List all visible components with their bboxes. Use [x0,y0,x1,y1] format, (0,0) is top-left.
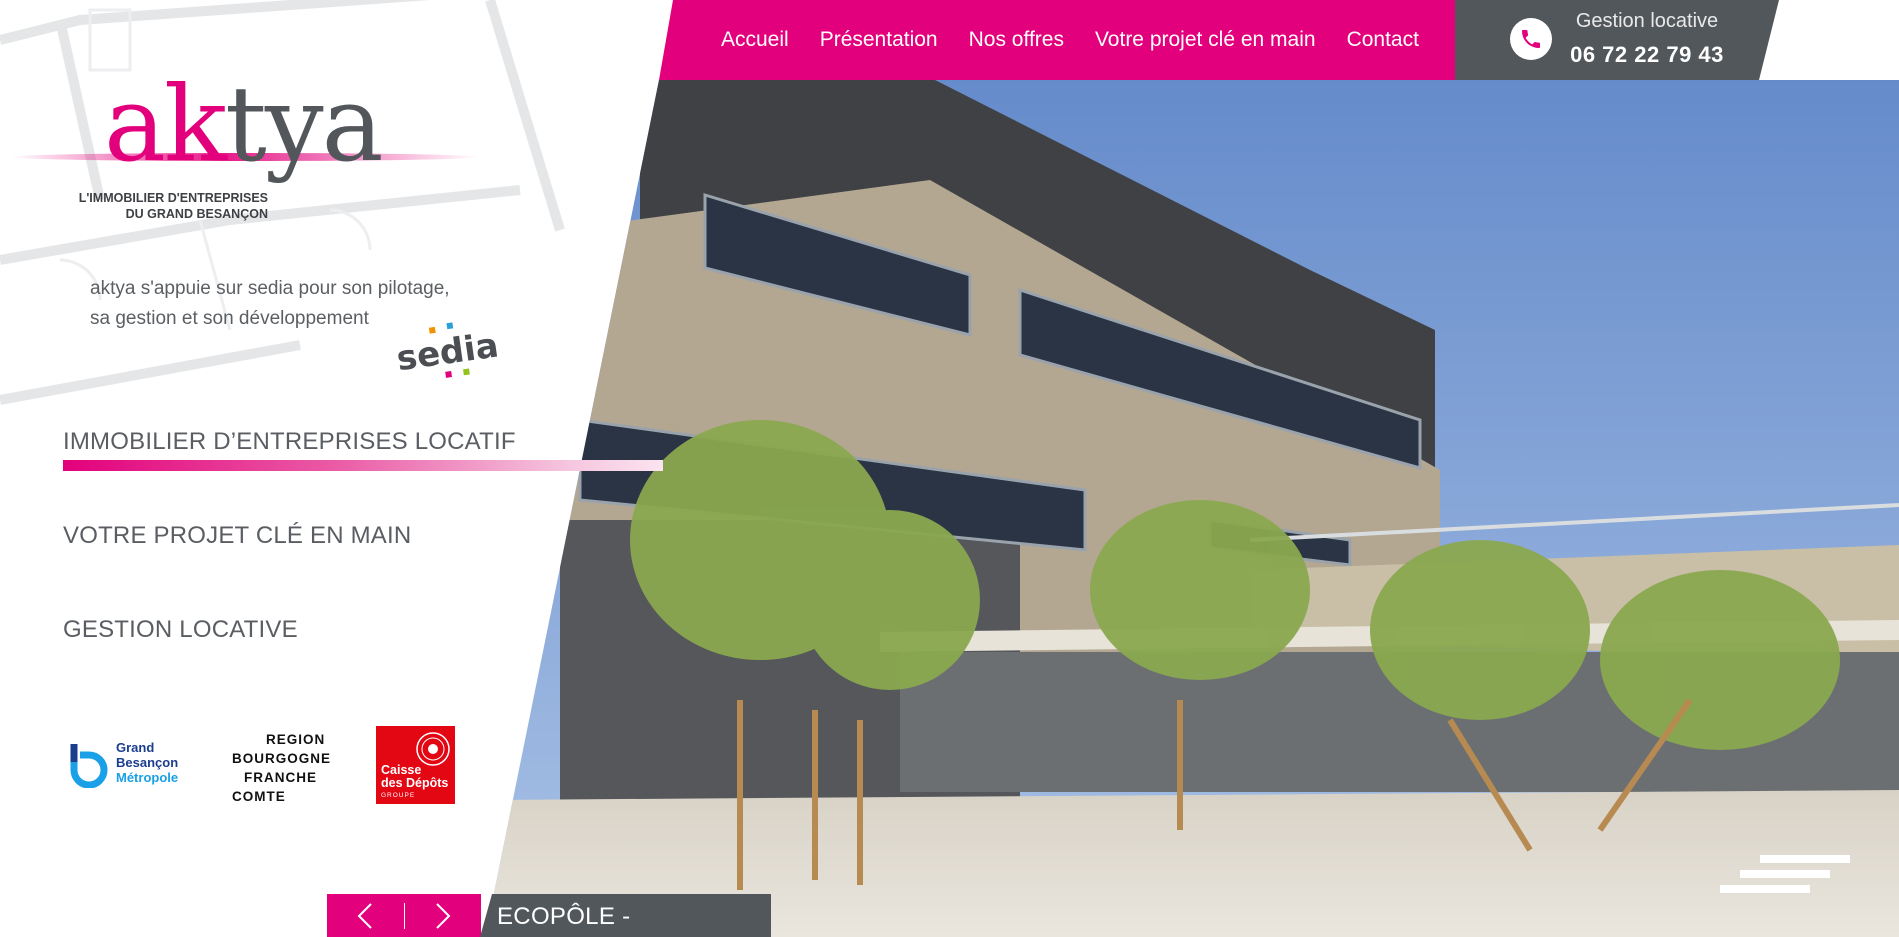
intro-line1: aktya s'appuie sur sedia pour son pilota… [90,278,450,299]
sedia-logo[interactable]: sedia [392,318,522,378]
grand-besancon-logo[interactable]: Grand Besançon Métropole [68,740,198,790]
gb-line3: Métropole [116,770,179,785]
phone-icon [1510,18,1552,60]
menu-item-immobilier-locatif[interactable]: IMMOBILIER D’ENTREPRISES LOCATIF [63,428,516,456]
active-menu-indicator [63,460,663,471]
cdc-line3: GROUPE [381,792,416,799]
region-line2: BOURGOGNE [232,751,332,766]
region-line3: FRANCHE [244,770,317,785]
caisse-des-depots-logo[interactable]: Caisse des Dépôts GROUPE [376,726,455,804]
nav-item-projet-cle-en-main[interactable]: Votre projet clé en main [1095,28,1316,52]
nav-item-accueil[interactable]: Accueil [721,28,789,52]
cdc-line2: des Dépôts [381,776,449,790]
logo-word-pink: ak [104,63,227,185]
gb-line2: Besançon [116,755,179,770]
logo-tagline: L'IMMOBILIER D'ENTREPRISES DU GRAND BESA… [64,190,268,222]
logo-word-grey: tya [225,63,384,185]
region-bfc-logo[interactable]: REGION BOURGOGNE FRANCHE COMTE [232,730,332,806]
nav-item-nos-offres[interactable]: Nos offres [969,28,1064,52]
chevron-left-icon [357,902,372,929]
main-nav: Accueil Présentation Nos offres Votre pr… [659,0,1471,80]
sedia-logo-text: sedia [394,325,501,378]
gb-line1: Grand [116,740,155,755]
nav-item-presentation[interactable]: Présentation [820,28,938,52]
slider-nav [327,894,481,937]
menu-item-projet-cle-en-main[interactable]: VOTRE PROJET CLÉ EN MAIN [63,522,411,550]
slider-prev-button[interactable] [327,894,404,937]
phone-label: Gestion locative [1575,10,1719,32]
contact-phone-box[interactable]: Gestion locative 06 72 22 79 43 [1455,0,1779,80]
chevron-right-icon [436,902,451,929]
slide-caption: ECOPÔLE - BESANÇON [480,894,771,937]
logo-wordmark: aktya [104,72,384,176]
menu-item-gestion-locative[interactable]: GESTION LOCATIVE [63,616,298,644]
slider-next-button[interactable] [405,894,482,937]
nav-item-contact[interactable]: Contact [1347,28,1419,52]
grand-besancon-mark [70,744,108,789]
logo-tagline-line2: DU GRAND BESANÇON [125,207,268,221]
logo-tagline-line1: L'IMMOBILIER D'ENTREPRISES [78,191,268,205]
region-line1: REGION [266,732,326,747]
phone-number[interactable]: 06 72 22 79 43 [1555,42,1739,68]
region-line4: COMTE [232,789,286,804]
